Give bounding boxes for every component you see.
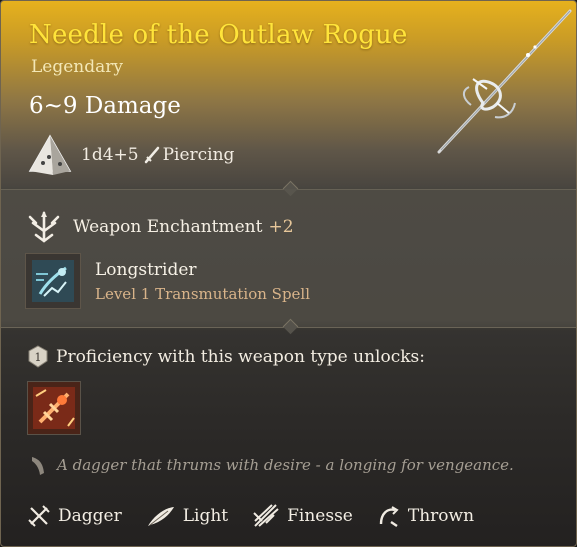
property-label: Light	[182, 506, 229, 526]
spell-name: Longstrider	[95, 260, 197, 280]
damage-type: Piercing	[162, 145, 235, 165]
proficiency-badge-icon: 1	[28, 345, 48, 368]
property-label: Dagger	[58, 506, 122, 526]
property-label: Thrown	[407, 506, 475, 526]
proficiency-label: Proficiency with this weapon type unlock…	[56, 347, 425, 367]
enchantment-bonus: +2	[268, 217, 294, 237]
damage-dice-row: 1d4+5 Piercing	[27, 134, 235, 175]
finesse-icon	[253, 504, 279, 527]
damage-dice: 1d4+5	[81, 145, 139, 165]
svg-text:1: 1	[35, 351, 42, 364]
enchantment-title: Weapon Enchantment	[73, 217, 263, 237]
property-thrown[interactable]: Thrown	[377, 504, 474, 528]
item-name: Needle of the Outlaw Rogue	[29, 20, 408, 50]
tooltip-header: Needle of the Outlaw Rogue Legendary 6~9…	[1, 1, 576, 189]
description-row: A dagger that thrums with desire - a lon…	[29, 453, 514, 477]
enchantment-header: Weapon Enchantment +2	[27, 211, 294, 243]
damage-range: 6~9 Damage	[29, 93, 181, 119]
dagger-icon	[28, 505, 50, 527]
proficiency-row: 1 Proficiency with this weapon type unlo…	[27, 345, 425, 369]
weapon-action-icon[interactable]	[27, 381, 81, 435]
weapon-properties: Dagger Light Finesse Thrown	[27, 499, 498, 533]
dice-d4-icon	[28, 134, 72, 175]
property-finesse[interactable]: Finesse	[252, 503, 353, 529]
item-description: A dagger that thrums with desire - a lon…	[57, 456, 514, 474]
piercing-icon	[144, 146, 159, 164]
feather-icon	[147, 507, 174, 526]
enchantment-icon	[28, 211, 60, 243]
item-tooltip: Needle of the Outlaw Rogue Legendary 6~9…	[0, 0, 577, 547]
enchantment-section: Weapon Enchantment +2 Longstrider Level …	[1, 189, 576, 327]
property-light[interactable]: Light	[146, 504, 228, 528]
property-label: Finesse	[287, 506, 353, 526]
flavor-text-icon	[32, 457, 44, 475]
item-rarity: Legendary	[31, 57, 123, 77]
weapon-image	[437, 9, 572, 154]
spell-entry[interactable]: Longstrider Level 1 Transmutation Spell	[25, 253, 310, 309]
thrown-icon	[379, 506, 399, 527]
spell-level: Level 1 Transmutation Spell	[95, 285, 311, 303]
longstrider-spell-icon[interactable]	[25, 253, 81, 309]
property-dagger[interactable]: Dagger	[27, 504, 122, 528]
